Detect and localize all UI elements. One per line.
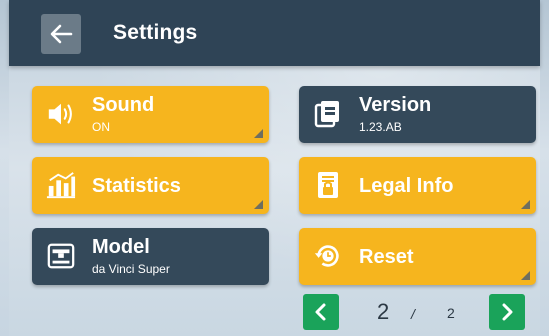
- reset-clock-icon: [313, 241, 343, 271]
- model-name: da Vinci Super: [92, 262, 170, 276]
- document-stack-icon: [313, 99, 343, 129]
- current-page: 2: [377, 299, 390, 324]
- legal-info-label: Legal Info: [359, 175, 454, 197]
- version-button[interactable]: Version 1.23.AB: [299, 86, 536, 143]
- legal-info-button[interactable]: Legal Info: [299, 157, 536, 214]
- reset-label: Reset: [359, 246, 414, 268]
- printer-icon: [46, 241, 76, 271]
- sound-label: Sound: [92, 94, 155, 116]
- chevron-right-icon: [502, 303, 513, 321]
- back-button[interactable]: [41, 14, 81, 54]
- model-label: Model: [92, 236, 150, 258]
- page-separator: /: [411, 306, 415, 322]
- previous-page-button[interactable]: [303, 294, 339, 330]
- next-page-button[interactable]: [489, 294, 525, 330]
- sound-button[interactable]: Sound ON: [32, 86, 269, 143]
- corner-marker: [254, 129, 263, 138]
- arrow-left-icon: [50, 24, 73, 44]
- page-title: Settings: [113, 21, 198, 44]
- reset-button[interactable]: Reset: [299, 228, 536, 285]
- version-label: Version: [359, 94, 432, 116]
- sound-status: ON: [92, 120, 110, 134]
- version-number: 1.23.AB: [359, 120, 402, 134]
- total-pages: 2: [447, 305, 455, 321]
- statistics-label: Statistics: [92, 175, 181, 197]
- speaker-icon: [46, 99, 76, 129]
- model-button[interactable]: Model da Vinci Super: [32, 228, 269, 285]
- chevron-left-icon: [315, 303, 326, 321]
- header-bar: Settings: [9, 0, 540, 66]
- bar-chart-icon: [46, 170, 76, 200]
- lock-document-icon: [313, 170, 343, 200]
- corner-marker: [521, 271, 530, 280]
- statistics-button[interactable]: Statistics: [32, 157, 269, 214]
- corner-marker: [254, 200, 263, 209]
- corner-marker: [521, 200, 530, 209]
